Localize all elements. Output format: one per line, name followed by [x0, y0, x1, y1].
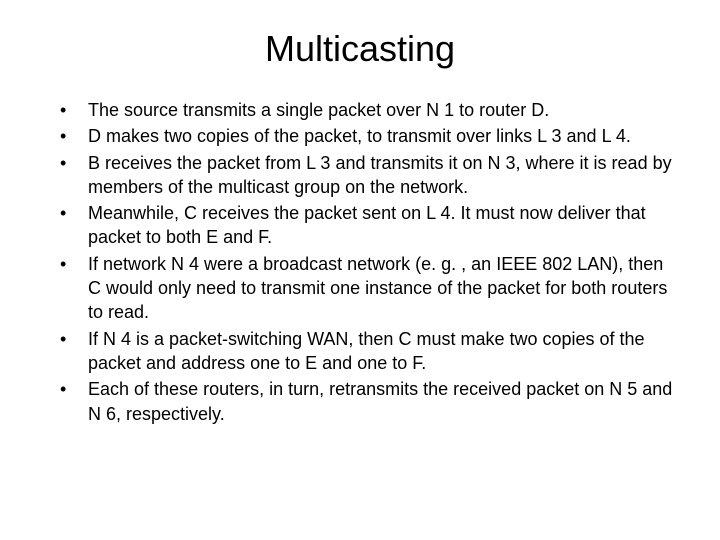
- list-item: D makes two copies of the packet, to tra…: [60, 124, 680, 148]
- slide-title: Multicasting: [40, 28, 680, 70]
- slide: Multicasting The source transmits a sing…: [0, 0, 720, 540]
- list-item: Meanwhile, C receives the packet sent on…: [60, 201, 680, 250]
- list-item: If N 4 is a packet-switching WAN, then C…: [60, 327, 680, 376]
- list-item: If network N 4 were a broadcast network …: [60, 252, 680, 325]
- list-item: The source transmits a single packet ove…: [60, 98, 680, 122]
- bullet-list: The source transmits a single packet ove…: [40, 98, 680, 426]
- list-item: B receives the packet from L 3 and trans…: [60, 151, 680, 200]
- list-item: Each of these routers, in turn, retransm…: [60, 377, 680, 426]
